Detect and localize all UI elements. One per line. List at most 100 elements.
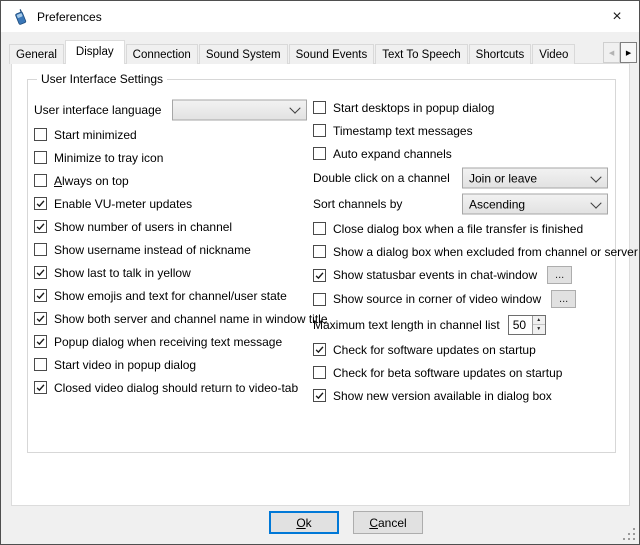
- tab-shortcuts[interactable]: Shortcuts: [469, 44, 532, 64]
- tab-display[interactable]: Display: [65, 40, 125, 64]
- checkbox-auto-expand-channels[interactable]: [313, 147, 326, 160]
- checkbox-show-username-instead-of-nickname[interactable]: [34, 243, 47, 256]
- tab-scroll-buttons: ◀ ▶: [603, 42, 637, 63]
- dropdown-value: Ascending: [469, 197, 525, 211]
- checkbox-label: Show number of users in channel: [54, 220, 232, 234]
- checkbox-label: Check for software updates on startup: [333, 343, 536, 357]
- spin-up-icon[interactable]: ▲: [533, 316, 545, 325]
- more-button-show-source-in-corner-of-video-window[interactable]: ...: [551, 290, 576, 308]
- checkbox-label: Check for beta software updates on start…: [333, 366, 562, 380]
- spin-down-icon[interactable]: ▼: [533, 324, 545, 334]
- tab-scroll-left-icon[interactable]: ◀: [603, 42, 620, 63]
- tab-video[interactable]: Video: [532, 44, 575, 64]
- tab-strip: GeneralDisplayConnectionSound SystemSoun…: [9, 40, 603, 64]
- checkmark-icon: [35, 382, 46, 393]
- checkbox-show-new-version-available-in-dialog-box[interactable]: [313, 389, 326, 402]
- chevron-down-icon: [590, 197, 601, 208]
- tab-text-to-speech[interactable]: Text To Speech: [375, 44, 467, 64]
- checkbox-more-row: Show source in corner of video window...: [313, 287, 613, 311]
- checkbox-row: Start minimized: [34, 123, 312, 146]
- checkbox-always-on-top[interactable]: [34, 174, 47, 187]
- chevron-down-icon: [590, 171, 601, 182]
- checkbox-minimize-to-tray-icon[interactable]: [34, 151, 47, 164]
- checkmark-icon: [314, 390, 325, 401]
- checkbox-label: Close dialog box when a file transfer is…: [333, 222, 583, 236]
- checkbox-closed-video-dialog-should-return-to-video-tab[interactable]: [34, 381, 47, 394]
- dropdown-user-interface-language[interactable]: [172, 99, 307, 120]
- checkbox-label: Timestamp text messages: [333, 124, 473, 138]
- checkbox-row: Minimize to tray icon: [34, 146, 312, 169]
- checkbox-row: Start desktops in popup dialog: [313, 96, 613, 119]
- checkbox-show-both-server-and-channel-name-in-window-title[interactable]: [34, 312, 47, 325]
- tab-sound-system[interactable]: Sound System: [199, 44, 288, 64]
- checkbox-popup-dialog-when-receiving-text-message[interactable]: [34, 335, 47, 348]
- combo-row: User interface language: [34, 96, 312, 123]
- resize-grip-icon[interactable]: [622, 527, 635, 540]
- checkbox-row: Show a dialog box when excluded from cha…: [313, 240, 613, 263]
- checkbox-label: Auto expand channels: [333, 147, 452, 161]
- checkbox-label: Minimize to tray icon: [54, 151, 163, 165]
- spinbox-value: 50: [509, 316, 532, 334]
- checkmark-icon: [35, 267, 46, 278]
- checkbox-label: Show new version available in dialog box: [333, 389, 552, 403]
- checkbox-timestamp-text-messages[interactable]: [313, 124, 326, 137]
- display-tab-page: User Interface Settings User interface l…: [11, 63, 630, 506]
- checkbox-start-minimized[interactable]: [34, 128, 47, 141]
- tab-general[interactable]: General: [9, 44, 64, 64]
- field-label: Double click on a channel: [313, 171, 450, 185]
- checkmark-icon: [35, 290, 46, 301]
- settings-left-column: User interface language Start minimized Mi…: [34, 96, 312, 399]
- checkbox-start-desktops-in-popup-dialog[interactable]: [313, 101, 326, 114]
- checkbox-label: Start desktops in popup dialog: [333, 101, 494, 115]
- cancel-button[interactable]: Cancel: [353, 511, 423, 534]
- checkbox-label: Start minimized: [54, 128, 137, 142]
- tab-connection[interactable]: Connection: [126, 44, 198, 64]
- checkbox-enable-vu-meter-updates[interactable]: [34, 197, 47, 210]
- combo-row: Sort channels byAscending: [313, 191, 613, 217]
- ok-button[interactable]: Ok: [269, 511, 339, 534]
- app-icon: [12, 9, 28, 25]
- checkbox-show-emojis-and-text-for-channel-user-state[interactable]: [34, 289, 47, 302]
- checkbox-label: Enable VU-meter updates: [54, 197, 192, 211]
- checkbox-row: Show new version available in dialog box: [313, 384, 613, 407]
- checkbox-start-video-in-popup-dialog[interactable]: [34, 358, 47, 371]
- checkmark-icon: [35, 221, 46, 232]
- field-label: Maximum text length in channel list: [313, 318, 500, 332]
- checkbox-label: Show emojis and text for channel/user st…: [54, 289, 287, 303]
- tab-sound-events[interactable]: Sound Events: [289, 44, 375, 64]
- checkbox-row: Check for software updates on startup: [313, 338, 613, 361]
- checkbox-close-dialog-box-when-a-file-transfer-is-finished[interactable]: [313, 222, 326, 235]
- checkbox-row: Close dialog box when a file transfer is…: [313, 217, 613, 240]
- dropdown-sort-channels-by[interactable]: Ascending: [462, 194, 608, 215]
- title-bar: Preferences ×: [1, 1, 639, 32]
- close-icon[interactable]: ×: [601, 1, 633, 32]
- spinbox-maximum-text-length-in-channel-list[interactable]: 50▲▼: [508, 315, 546, 335]
- checkbox-show-number-of-users-in-channel[interactable]: [34, 220, 47, 233]
- checkbox-label: Popup dialog when receiving text message: [54, 335, 282, 349]
- checkbox-check-for-beta-software-updates-on-startup[interactable]: [313, 366, 326, 379]
- checkbox-show-statusbar-events-in-chat-window[interactable]: [313, 269, 326, 282]
- checkbox-show-a-dialog-box-when-excluded-from-channel-or-server[interactable]: [313, 245, 326, 258]
- ok-button-label: Ok: [296, 516, 311, 530]
- checkmark-icon: [314, 270, 325, 281]
- checkbox-check-for-software-updates-on-startup[interactable]: [313, 343, 326, 356]
- checkbox-row: Auto expand channels: [313, 142, 613, 165]
- cancel-button-label: Cancel: [369, 516, 406, 530]
- checkbox-show-last-to-talk-in-yellow[interactable]: [34, 266, 47, 279]
- spinbox-arrows: ▲▼: [532, 316, 545, 334]
- checkbox-label: Show last to talk in yellow: [54, 266, 191, 280]
- checkbox-label: Show statusbar events in chat-window: [333, 268, 537, 282]
- checkbox-row: Check for beta software updates on start…: [313, 361, 613, 384]
- field-label: User interface language: [34, 103, 161, 117]
- checkbox-row: Start video in popup dialog: [34, 353, 312, 376]
- tab-scroll-right-icon[interactable]: ▶: [620, 42, 637, 63]
- checkbox-row: Enable VU-meter updates: [34, 192, 312, 215]
- combo-row: Double click on a channel Join or leave: [313, 165, 613, 191]
- checkbox-show-source-in-corner-of-video-window[interactable]: [313, 293, 326, 306]
- more-button-show-statusbar-events-in-chat-window[interactable]: ...: [547, 266, 572, 284]
- groupbox-title: User Interface Settings: [37, 72, 167, 86]
- checkbox-row: Show username instead of nickname: [34, 238, 312, 261]
- checkbox-row: Always on top: [34, 169, 312, 192]
- checkbox-label: Start video in popup dialog: [54, 358, 196, 372]
- dropdown-double-click-on-a-channel[interactable]: Join or leave: [462, 168, 608, 189]
